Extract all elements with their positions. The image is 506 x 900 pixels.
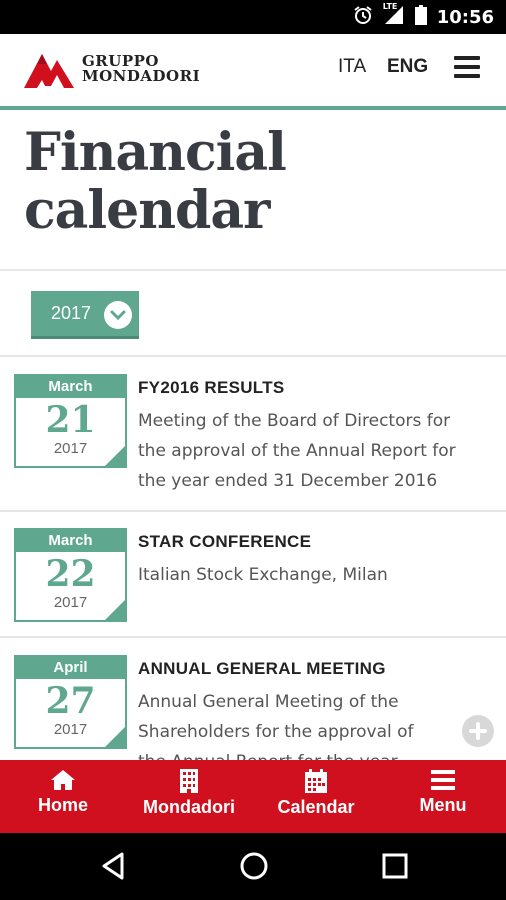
- hamburger-menu-icon[interactable]: [454, 56, 480, 78]
- mondadori-logo-mark-icon: [24, 54, 74, 88]
- event-title: STAR CONFERENCE: [138, 532, 312, 551]
- page-title: Financial calendar: [24, 124, 484, 240]
- event-description-line: the year ended 31 December 2016: [138, 471, 438, 491]
- header-divider: [0, 106, 506, 110]
- home-circle-icon[interactable]: [239, 851, 269, 881]
- date-badge: April 27 2017: [14, 655, 127, 749]
- app-header: GRUPPO MONDADORI ITA ENG: [0, 34, 506, 106]
- expand-plus-icon[interactable]: [462, 715, 494, 747]
- status-bar: LTE 10:56: [0, 0, 506, 34]
- date-corner-fold: [103, 444, 127, 468]
- event-item[interactable]: April 27 2017 ANNUAL GENERAL MEETING Ann…: [0, 655, 506, 760]
- date-day: 21: [45, 399, 96, 441]
- event-item[interactable]: March 21 2017 FY2016 RESULTS Meeting of …: [0, 374, 506, 504]
- divider: [0, 510, 506, 512]
- battery-icon: [414, 5, 427, 29]
- event-description-line: the approval of the Annual Report for: [138, 441, 456, 461]
- date-badge: March 22 2017: [14, 528, 127, 622]
- date-month: March: [16, 376, 125, 398]
- nav-calendar[interactable]: Calendar: [252, 760, 380, 833]
- lte-label: LTE: [382, 2, 398, 11]
- event-title: ANNUAL GENERAL MEETING: [138, 659, 386, 678]
- menu-icon: [431, 770, 455, 790]
- lang-ita-link[interactable]: ITA: [338, 56, 366, 78]
- date-corner-fold: [103, 598, 127, 622]
- chevron-down-icon: [104, 301, 132, 329]
- event-description-line: Italian Stock Exchange, Milan: [138, 565, 388, 585]
- event-description-line: Shareholders for the approval of: [138, 722, 414, 742]
- date-corner-fold: [103, 725, 127, 749]
- alarm-icon: [353, 5, 373, 29]
- nav-mondadori-label: Mondadori: [143, 797, 235, 817]
- event-description: Meeting of the Board of Directors for th…: [138, 406, 490, 496]
- date-badge: March 21 2017: [14, 374, 127, 468]
- year-dropdown-value: 2017: [51, 303, 92, 323]
- event-item[interactable]: March 22 2017 STAR CONFERENCE Italian St…: [0, 528, 506, 628]
- divider: [0, 636, 506, 638]
- date-month: March: [16, 530, 125, 552]
- event-description-line: Meeting of the Board of Directors for: [138, 411, 451, 431]
- nav-menu[interactable]: Menu: [380, 760, 506, 833]
- date-day: 27: [45, 680, 96, 722]
- date-month: April: [16, 657, 125, 679]
- year-dropdown[interactable]: 2017: [31, 291, 139, 339]
- page-title-line1: Financial: [24, 122, 287, 183]
- building-icon: [180, 769, 198, 793]
- lte-signal-icon: LTE: [382, 2, 405, 29]
- clock: 10:56: [436, 6, 494, 28]
- date-day: 22: [45, 553, 96, 595]
- event-description: Annual General Meeting of the Shareholde…: [138, 687, 458, 760]
- event-description-line: Annual General Meeting of the: [138, 692, 399, 712]
- home-icon: [51, 770, 75, 790]
- bottom-navigation: Home Mondadori Calendar Menu: [0, 760, 506, 833]
- lang-eng-link[interactable]: ENG: [387, 56, 428, 78]
- nav-menu-label: Menu: [419, 795, 467, 815]
- event-title: FY2016 RESULTS: [138, 378, 285, 397]
- back-icon[interactable]: [100, 851, 126, 881]
- divider: [0, 355, 506, 357]
- logo-line2: MONDADORI: [82, 67, 201, 85]
- event-description: Italian Stock Exchange, Milan: [138, 560, 490, 590]
- mondadori-logo[interactable]: GRUPPO MONDADORI: [24, 50, 200, 88]
- nav-calendar-label: Calendar: [277, 797, 355, 817]
- divider: [0, 269, 506, 271]
- nav-home[interactable]: Home: [0, 760, 126, 833]
- event-description-line: the Annual Report for the year: [138, 747, 458, 760]
- page-title-line2: calendar: [24, 180, 270, 241]
- nav-home-label: Home: [37, 795, 88, 815]
- system-navigation-bar: [0, 833, 506, 900]
- calendar-icon: [305, 769, 327, 793]
- recents-icon[interactable]: [382, 851, 408, 881]
- nav-mondadori[interactable]: Mondadori: [126, 760, 252, 833]
